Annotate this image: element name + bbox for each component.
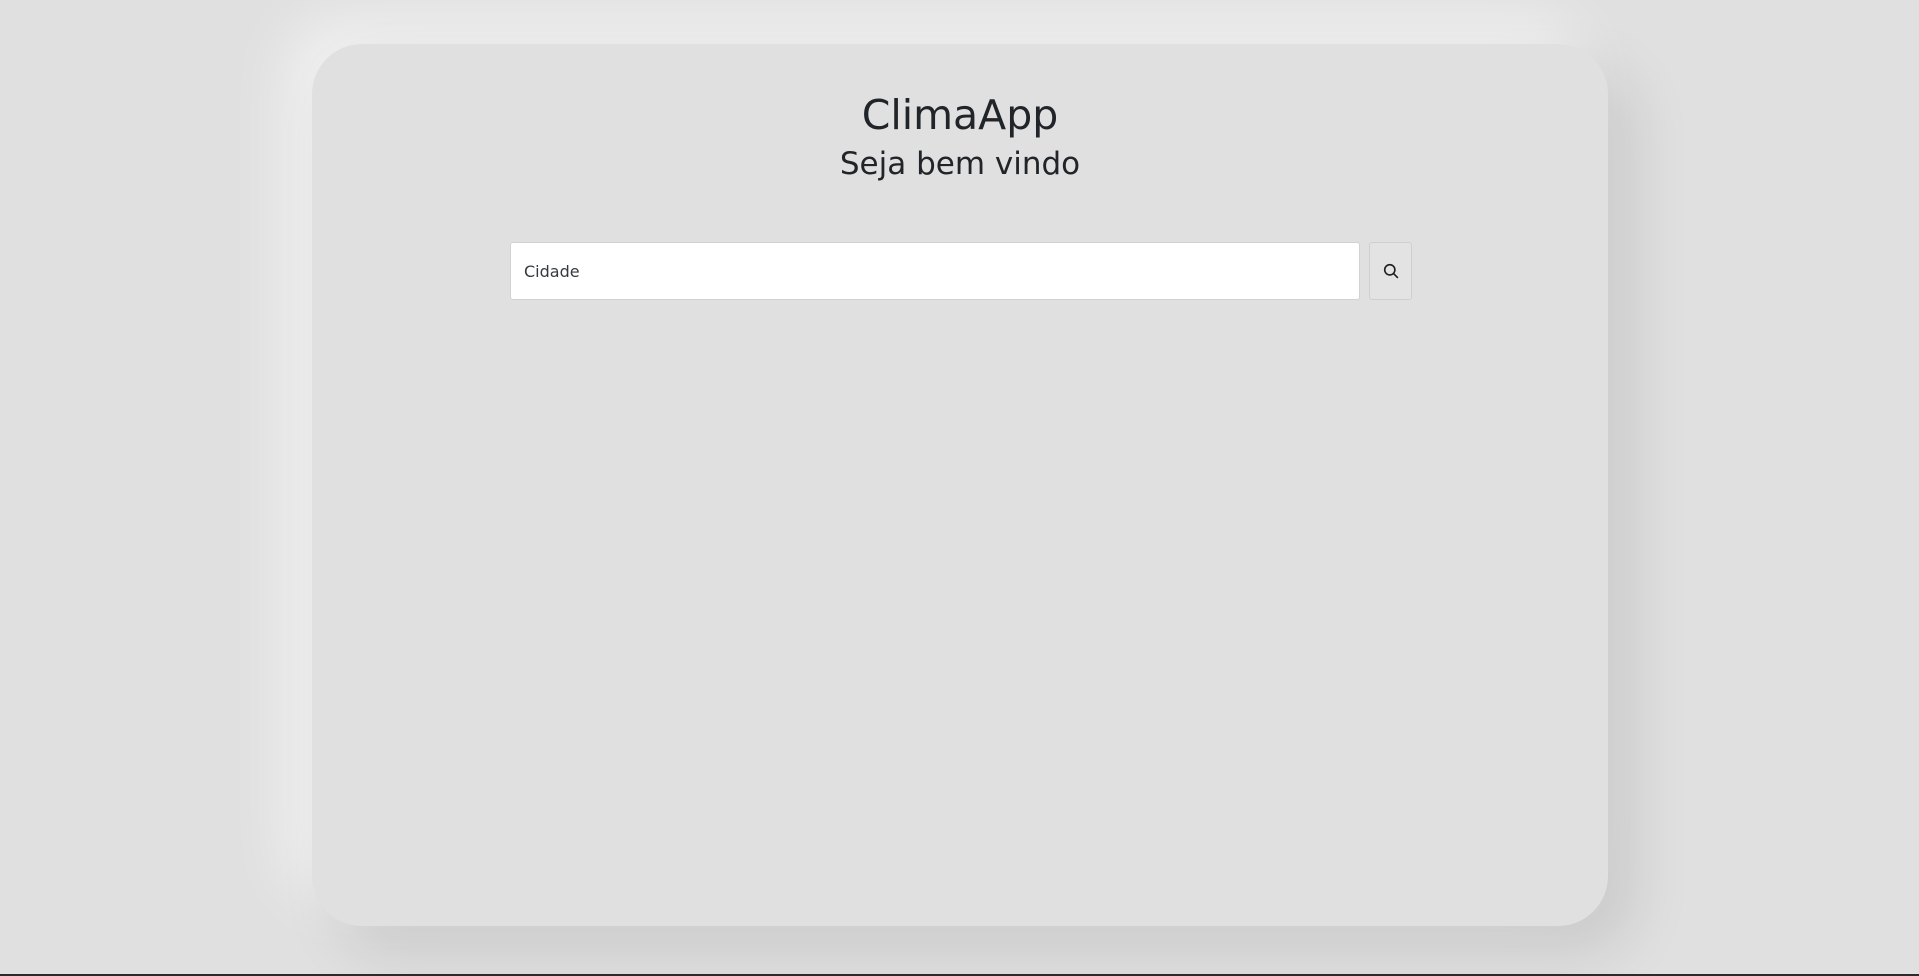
welcome-subtitle: Seja bem vindo [839, 146, 1081, 182]
search-form [510, 242, 1412, 300]
search-icon [1383, 263, 1399, 279]
page-background: ClimaApp Seja bem vindo [0, 0, 1919, 976]
app-title: ClimaApp [861, 91, 1059, 139]
search-button[interactable] [1369, 242, 1412, 300]
city-search-input[interactable] [510, 242, 1360, 300]
main-card: ClimaApp Seja bem vindo [312, 44, 1608, 926]
